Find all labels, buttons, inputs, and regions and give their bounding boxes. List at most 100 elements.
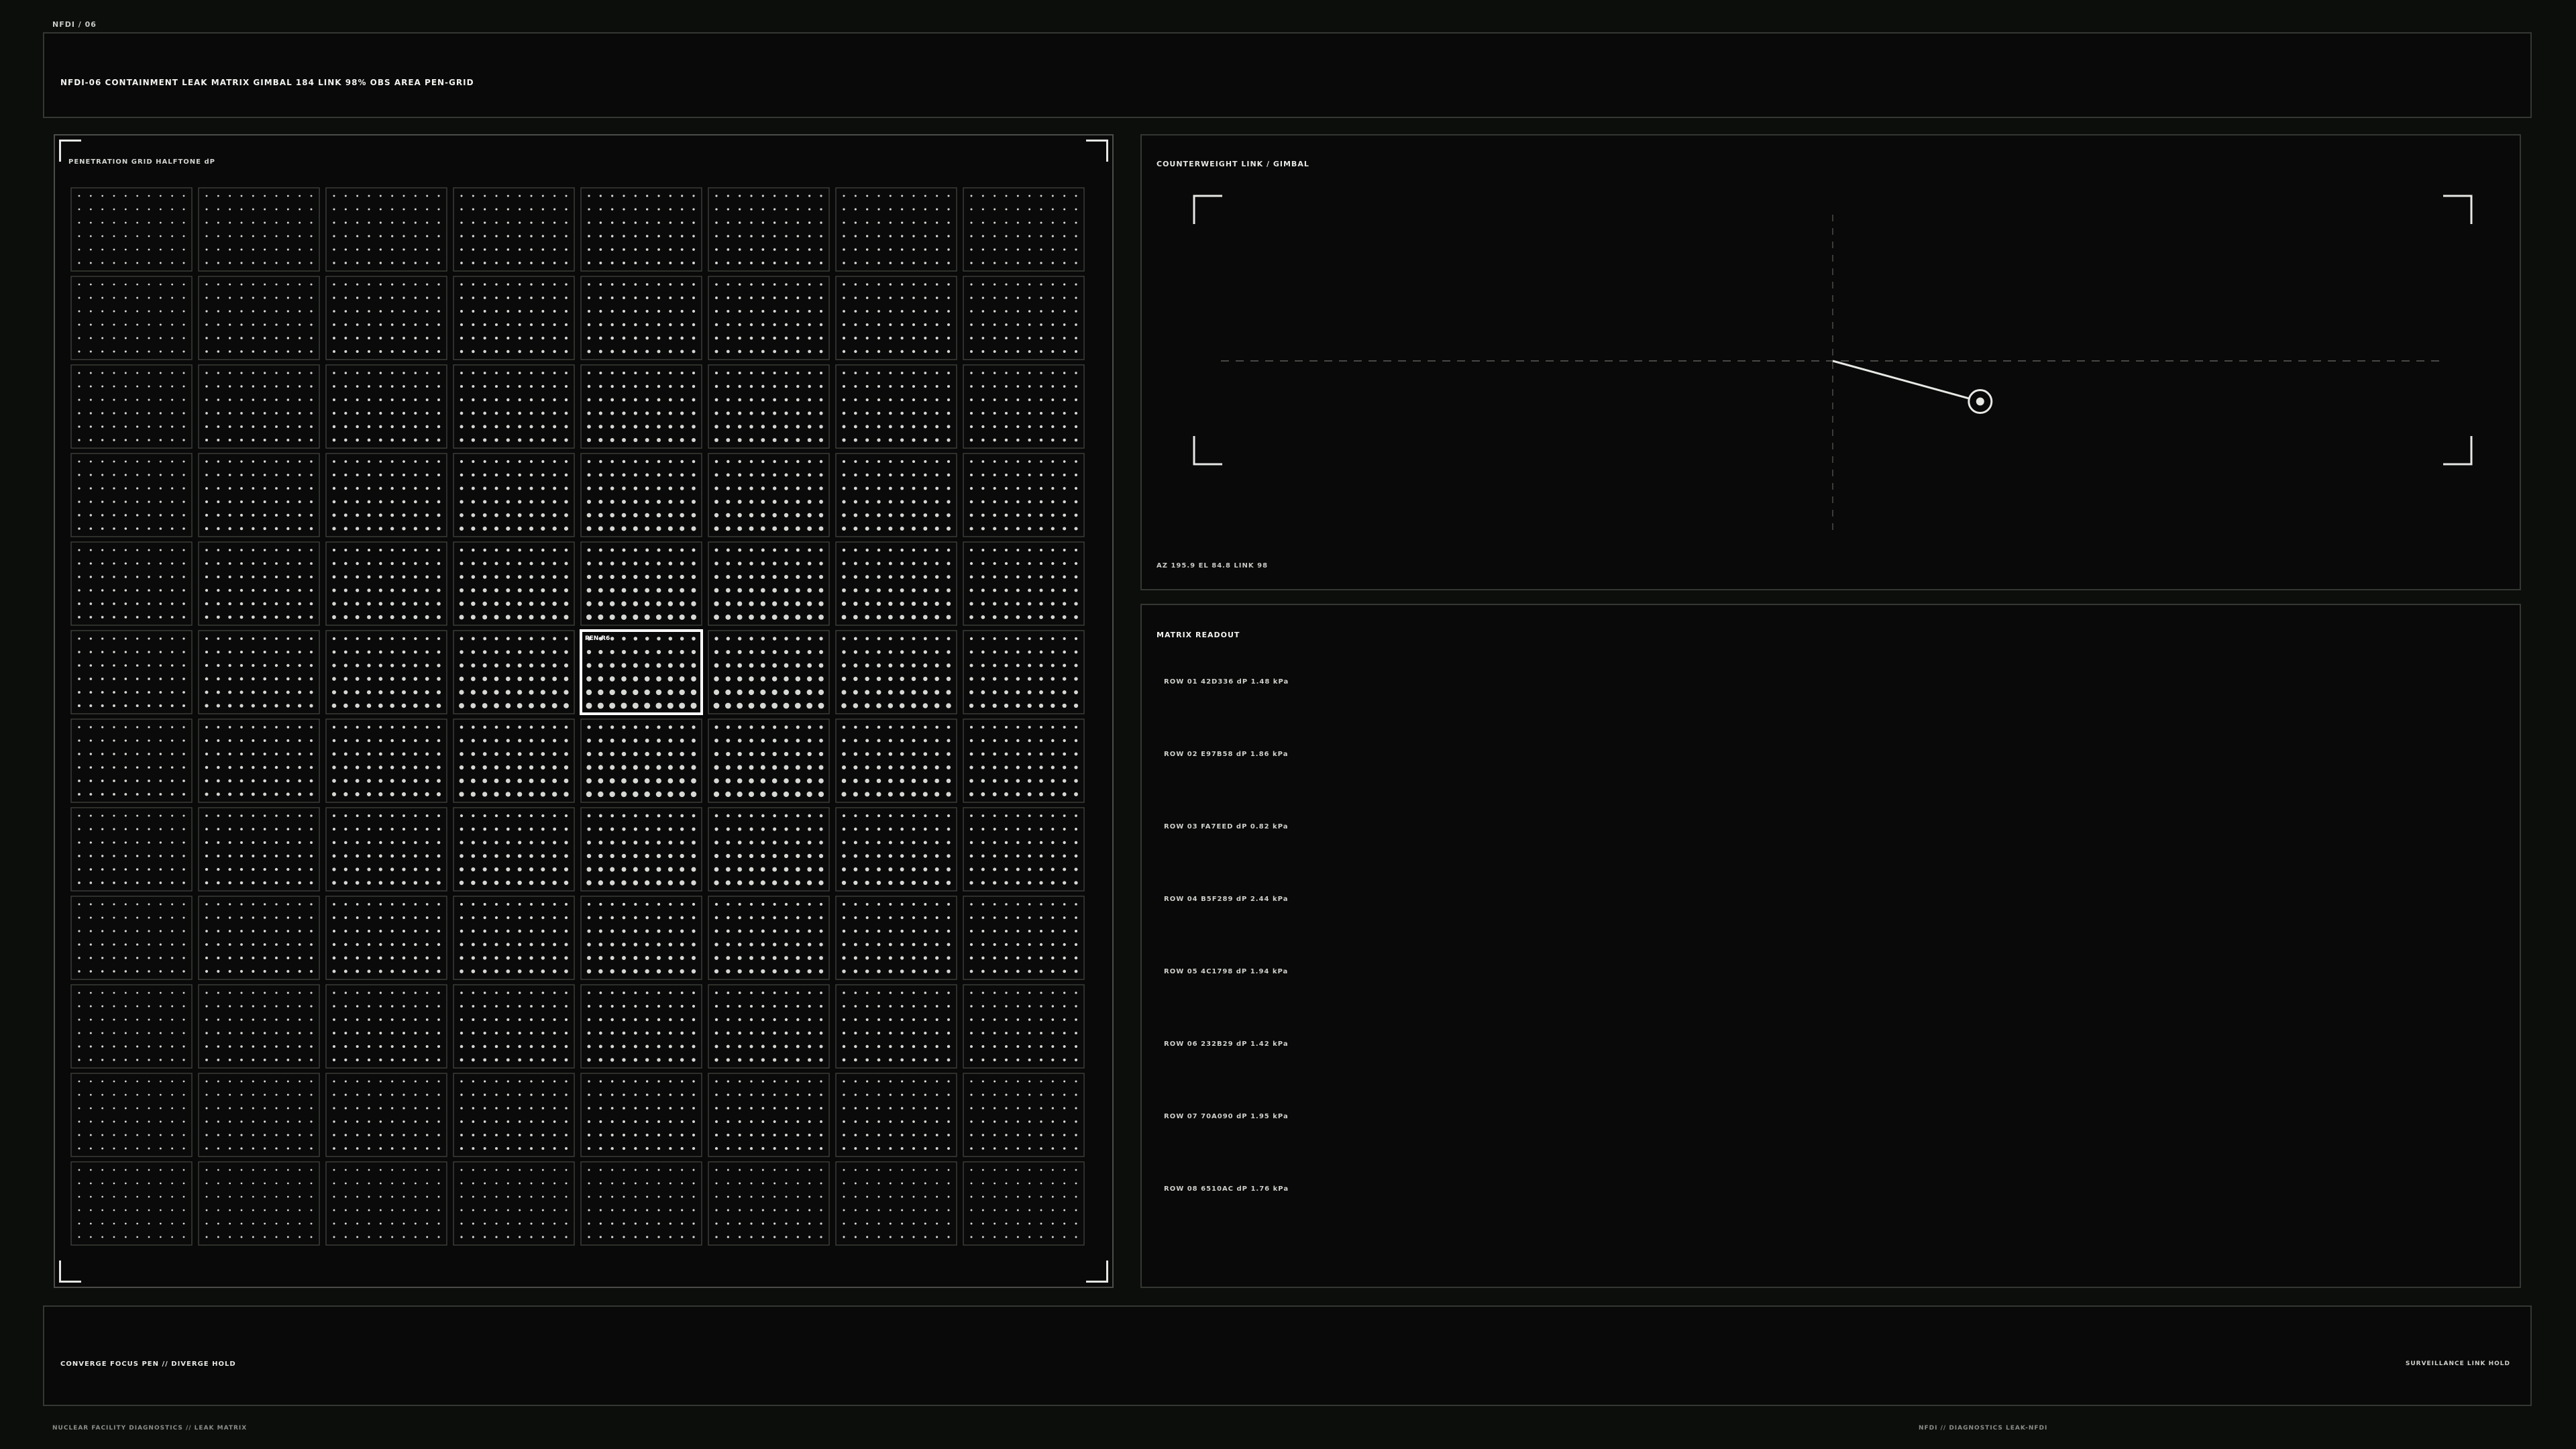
penetration-cell[interactable] xyxy=(325,364,447,449)
penetration-cell[interactable] xyxy=(963,984,1085,1069)
penetration-cell[interactable] xyxy=(580,541,702,626)
penetration-cell[interactable] xyxy=(453,541,575,626)
penetration-cell[interactable] xyxy=(70,807,193,892)
penetration-cell[interactable] xyxy=(70,541,193,626)
halftone-dot xyxy=(356,385,359,388)
penetration-cell[interactable] xyxy=(453,984,575,1069)
penetration-cell[interactable] xyxy=(708,718,830,803)
halftone-dot xyxy=(124,881,127,884)
penetration-cell[interactable] xyxy=(963,187,1085,272)
penetration-cell-selected[interactable]: PEN-R6 xyxy=(580,629,703,715)
penetration-cell[interactable] xyxy=(580,718,702,803)
halftone-dot xyxy=(783,791,790,798)
penetration-cell[interactable] xyxy=(198,364,320,449)
penetration-cell[interactable] xyxy=(835,276,957,360)
penetration-cell[interactable] xyxy=(708,984,830,1069)
penetration-cell[interactable] xyxy=(198,984,320,1069)
penetration-cell[interactable] xyxy=(198,718,320,803)
penetration-grid[interactable]: PEN-R6 xyxy=(55,136,1115,1289)
penetration-cell[interactable] xyxy=(963,807,1085,892)
penetration-cell[interactable] xyxy=(70,718,193,803)
penetration-cell[interactable] xyxy=(963,276,1085,360)
penetration-cell[interactable] xyxy=(453,630,575,714)
penetration-cell[interactable] xyxy=(835,453,957,537)
penetration-cell[interactable] xyxy=(198,276,320,360)
penetration-cell[interactable] xyxy=(325,187,447,272)
penetration-cell[interactable] xyxy=(70,364,193,449)
penetration-cell[interactable] xyxy=(580,364,702,449)
penetration-cell[interactable] xyxy=(325,718,447,803)
penetration-cell[interactable] xyxy=(708,187,830,272)
penetration-cell[interactable] xyxy=(835,187,957,272)
penetration-cell[interactable] xyxy=(198,453,320,537)
penetration-cell[interactable] xyxy=(453,187,575,272)
penetration-cell[interactable] xyxy=(70,896,193,980)
penetration-cell[interactable] xyxy=(453,276,575,360)
penetration-cell[interactable] xyxy=(708,364,830,449)
halftone-dot xyxy=(553,1058,557,1062)
halftone-dot xyxy=(344,548,347,552)
penetration-cell[interactable] xyxy=(70,276,193,360)
halftone-dot xyxy=(414,725,417,729)
penetration-cell[interactable] xyxy=(325,896,447,980)
penetration-cell[interactable] xyxy=(835,896,957,980)
penetration-cell[interactable] xyxy=(963,896,1085,980)
penetration-cell[interactable] xyxy=(835,630,957,714)
penetration-cell[interactable] xyxy=(70,984,193,1069)
penetration-cell[interactable] xyxy=(708,807,830,892)
penetration-cell[interactable] xyxy=(963,718,1085,803)
penetration-cell[interactable] xyxy=(325,984,447,1069)
penetration-cell[interactable] xyxy=(708,541,830,626)
penetration-cell[interactable] xyxy=(325,453,447,537)
penetration-cell[interactable] xyxy=(708,630,830,714)
penetration-cell[interactable] xyxy=(963,364,1085,449)
penetration-cell[interactable] xyxy=(835,718,957,803)
penetration-cell[interactable] xyxy=(580,276,702,360)
penetration-cell[interactable] xyxy=(325,541,447,626)
penetration-cell[interactable] xyxy=(453,453,575,537)
penetration-cell[interactable] xyxy=(325,276,447,360)
penetration-cell[interactable] xyxy=(708,276,830,360)
halftone-dot xyxy=(1004,969,1008,973)
halftone-dot xyxy=(299,1107,301,1110)
penetration-cell[interactable] xyxy=(70,630,193,714)
penetration-cell[interactable] xyxy=(835,807,957,892)
halftone-dot xyxy=(171,562,174,565)
penetration-cell[interactable] xyxy=(453,896,575,980)
halftone-dot xyxy=(1074,527,1078,531)
penetration-cell[interactable] xyxy=(580,187,702,272)
penetration-cell[interactable] xyxy=(198,1073,320,1157)
penetration-cell[interactable] xyxy=(325,630,447,714)
halftone-dot xyxy=(784,867,789,872)
halftone-dot xyxy=(78,903,80,906)
penetration-cell[interactable] xyxy=(708,453,830,537)
penetration-cell[interactable] xyxy=(70,453,193,537)
penetration-cell[interactable] xyxy=(198,630,320,714)
penetration-cell[interactable] xyxy=(198,187,320,272)
penetration-cell[interactable] xyxy=(198,541,320,626)
penetration-cell[interactable] xyxy=(835,364,957,449)
halftone-dot xyxy=(946,880,951,885)
penetration-cell[interactable] xyxy=(198,896,320,980)
halftone-dot xyxy=(1004,881,1008,885)
penetration-cell[interactable] xyxy=(963,630,1085,714)
penetration-cell[interactable] xyxy=(580,807,702,892)
penetration-cell[interactable] xyxy=(708,896,830,980)
halftone-dot xyxy=(888,739,892,743)
penetration-cell[interactable] xyxy=(453,364,575,449)
halftone-dot xyxy=(1005,460,1008,463)
penetration-cell[interactable] xyxy=(70,187,193,272)
penetration-cell[interactable] xyxy=(453,718,575,803)
penetration-cell[interactable] xyxy=(580,896,702,980)
penetration-cell[interactable] xyxy=(835,541,957,626)
penetration-cell[interactable] xyxy=(580,984,702,1069)
penetration-cell[interactable] xyxy=(580,453,702,537)
penetration-cell[interactable] xyxy=(835,984,957,1069)
penetration-cell[interactable] xyxy=(963,453,1085,537)
penetration-cell[interactable] xyxy=(963,541,1085,626)
penetration-cell[interactable] xyxy=(198,807,320,892)
penetration-cell[interactable] xyxy=(325,807,447,892)
penetration-cell[interactable] xyxy=(70,1073,193,1157)
halftone-dot xyxy=(299,262,301,264)
penetration-cell[interactable] xyxy=(453,807,575,892)
